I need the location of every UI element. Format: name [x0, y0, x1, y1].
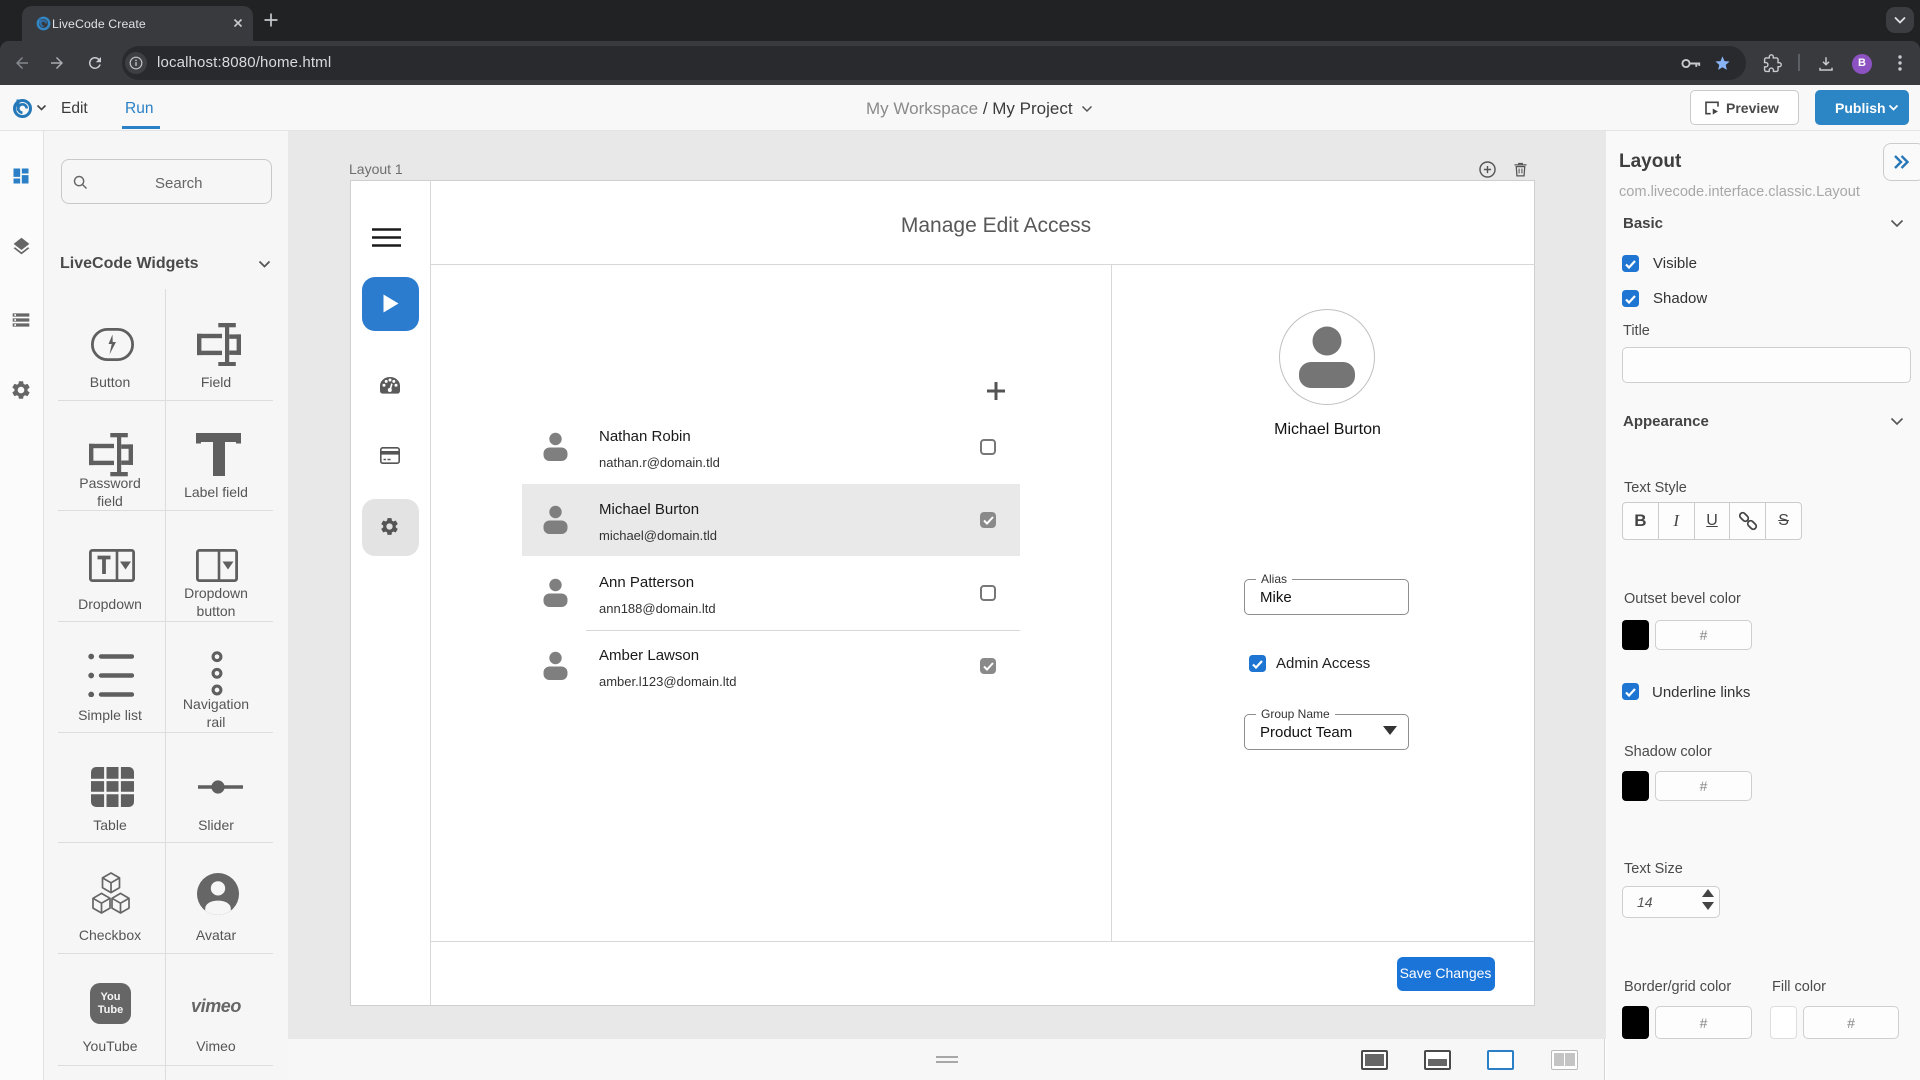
svg-text:Tube: Tube: [98, 1004, 123, 1016]
svg-text:You: You: [101, 991, 121, 1003]
